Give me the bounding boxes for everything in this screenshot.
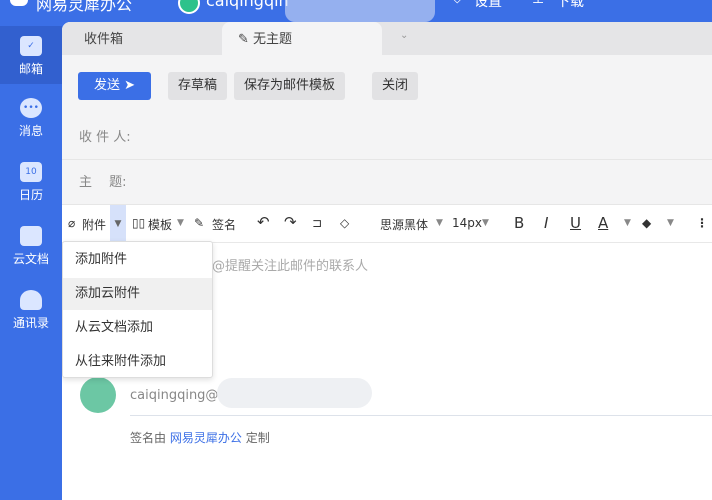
- template-button[interactable]: 模板: [148, 216, 172, 233]
- chat-icon: •••: [20, 98, 42, 118]
- contacts-icon: [20, 290, 42, 310]
- underline-icon[interactable]: U: [570, 214, 581, 232]
- pencil-icon: ✎: [238, 32, 254, 47]
- template-icon: ▯▯: [132, 216, 146, 230]
- font-family-select[interactable]: 思源黑体: [380, 216, 428, 233]
- tab-bar: 收件箱 ✎ 无主题 ⌄: [62, 22, 712, 55]
- menu-item-add-from-docs[interactable]: 从云文档添加: [63, 312, 212, 344]
- shield-icon: ⛉: [452, 0, 463, 7]
- font-color-icon[interactable]: A: [598, 214, 608, 232]
- signature-avatar: [80, 377, 116, 413]
- close-button[interactable]: 关闭: [372, 72, 419, 100]
- save-draft-button[interactable]: 存草稿: [168, 72, 228, 100]
- calendar-icon: 10: [20, 162, 42, 182]
- redo-icon[interactable]: ↷: [284, 213, 297, 231]
- divider: [130, 415, 712, 416]
- user-avatar[interactable]: [178, 0, 200, 14]
- bold-icon[interactable]: B: [514, 214, 524, 232]
- signature-name: caiqingqing@: [130, 388, 219, 403]
- font-size-select[interactable]: 14px: [452, 216, 482, 230]
- sidebar-item-contacts[interactable]: 通讯录: [0, 280, 62, 338]
- chevron-down-icon[interactable]: ⌄: [400, 30, 408, 41]
- sidebar-item-docs[interactable]: 云文档: [0, 216, 62, 274]
- blurred-region: [217, 378, 372, 408]
- menu-item-add-from-history[interactable]: 从往来附件添加: [63, 346, 212, 378]
- cloud-folder-icon: [20, 226, 42, 246]
- caret-down-icon[interactable]: ▼: [177, 218, 184, 228]
- settings-link[interactable]: 设置: [474, 0, 502, 11]
- download-link[interactable]: 下载: [556, 0, 584, 11]
- paperclip-icon: ⌀: [68, 216, 76, 230]
- attach-dropdown-toggle[interactable]: ▼: [110, 205, 126, 243]
- sidebar-item-calendar[interactable]: 10 日历: [0, 152, 62, 210]
- mail-icon: ✓: [20, 36, 42, 56]
- user-name[interactable]: caiqingqin: [206, 0, 289, 10]
- send-icon: ➤: [124, 78, 136, 93]
- caret-down-icon[interactable]: ▼: [624, 218, 631, 228]
- sidebar-item-messages[interactable]: ••• 消息: [0, 88, 62, 146]
- top-bar: 网易灵犀办公 caiqingqin ⛉ 设置 ⊥ 下载: [0, 0, 712, 22]
- signature-icon: ✎: [194, 216, 205, 230]
- caret-down-icon[interactable]: ▼: [667, 218, 674, 228]
- more-icon[interactable]: ⋮: [696, 216, 708, 230]
- attach-menu: 添加附件 添加云附件 从云文档添加 从往来附件添加: [62, 241, 213, 378]
- format-painter-icon[interactable]: ⊐: [312, 216, 322, 230]
- signature-button[interactable]: 签名: [212, 216, 236, 233]
- editor-placeholder: @提醒关注此邮件的联系人: [212, 259, 369, 274]
- compose-panel: 收件箱 ✎ 无主题 ⌄ 发送 ➤ 存草稿 保存为邮件模板 关闭 收 件 人: 主…: [62, 22, 712, 500]
- logo-icon: [10, 0, 28, 6]
- save-template-button[interactable]: 保存为邮件模板: [234, 72, 346, 100]
- signature-credit: 签名由 网易灵犀办公 定制: [130, 431, 270, 445]
- blurred-region: [285, 0, 435, 22]
- recipient-field[interactable]: 收 件 人:: [62, 116, 712, 160]
- attach-button[interactable]: 附件: [82, 216, 106, 233]
- caret-down-icon[interactable]: ▼: [482, 218, 489, 228]
- app-title: 网易灵犀办公: [36, 0, 133, 14]
- subject-field[interactable]: 主 题:: [62, 161, 712, 205]
- eraser-icon[interactable]: ◇: [340, 216, 349, 230]
- undo-icon[interactable]: ↶: [257, 213, 270, 231]
- signature-link[interactable]: 网易灵犀办公: [170, 431, 242, 445]
- send-button[interactable]: 发送 ➤: [78, 72, 152, 100]
- menu-item-add-cloud-attachment[interactable]: 添加云附件: [63, 278, 212, 310]
- sidebar: ✓ 邮箱 ••• 消息 10 日历 云文档 通讯录: [0, 22, 62, 500]
- highlight-icon[interactable]: ◆: [642, 216, 651, 230]
- caret-down-icon[interactable]: ▼: [436, 218, 443, 228]
- tab-inbox[interactable]: 收件箱: [84, 22, 123, 55]
- italic-icon[interactable]: I: [544, 214, 548, 232]
- download-icon: ⊥: [532, 0, 544, 7]
- sidebar-item-mail[interactable]: ✓ 邮箱: [0, 26, 62, 84]
- menu-item-add-attachment[interactable]: 添加附件: [63, 244, 212, 276]
- editor-toolbar: ⌀ 附件 ▼ ▯▯ 模板 ▼ ✎ 签名 ↶ ↷ ⊐ ◇ 思源黑体 ▼ 14px …: [62, 205, 712, 243]
- tab-compose[interactable]: ✎ 无主题: [222, 22, 382, 55]
